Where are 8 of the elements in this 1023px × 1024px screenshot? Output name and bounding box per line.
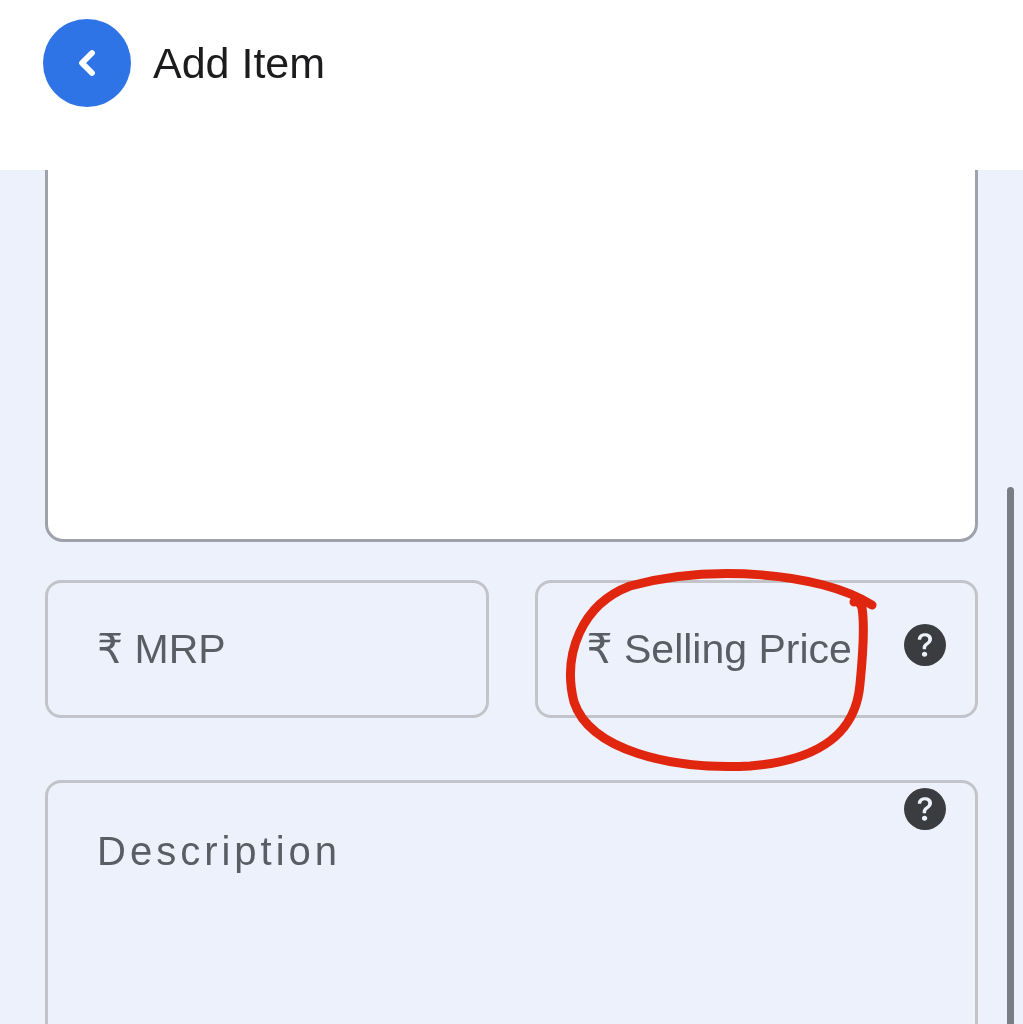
page-title: Add Item	[153, 38, 326, 89]
description-field[interactable]: Description	[45, 780, 978, 1024]
help-icon[interactable]	[904, 624, 946, 666]
price-input-field[interactable]: ₹ MRP	[45, 580, 489, 718]
help-icon[interactable]	[904, 788, 946, 830]
text-area-field[interactable]	[45, 170, 978, 542]
scrollbar-thumb[interactable]	[1007, 487, 1014, 1024]
price-input-field[interactable]: ₹ Selling Price	[534, 580, 978, 718]
